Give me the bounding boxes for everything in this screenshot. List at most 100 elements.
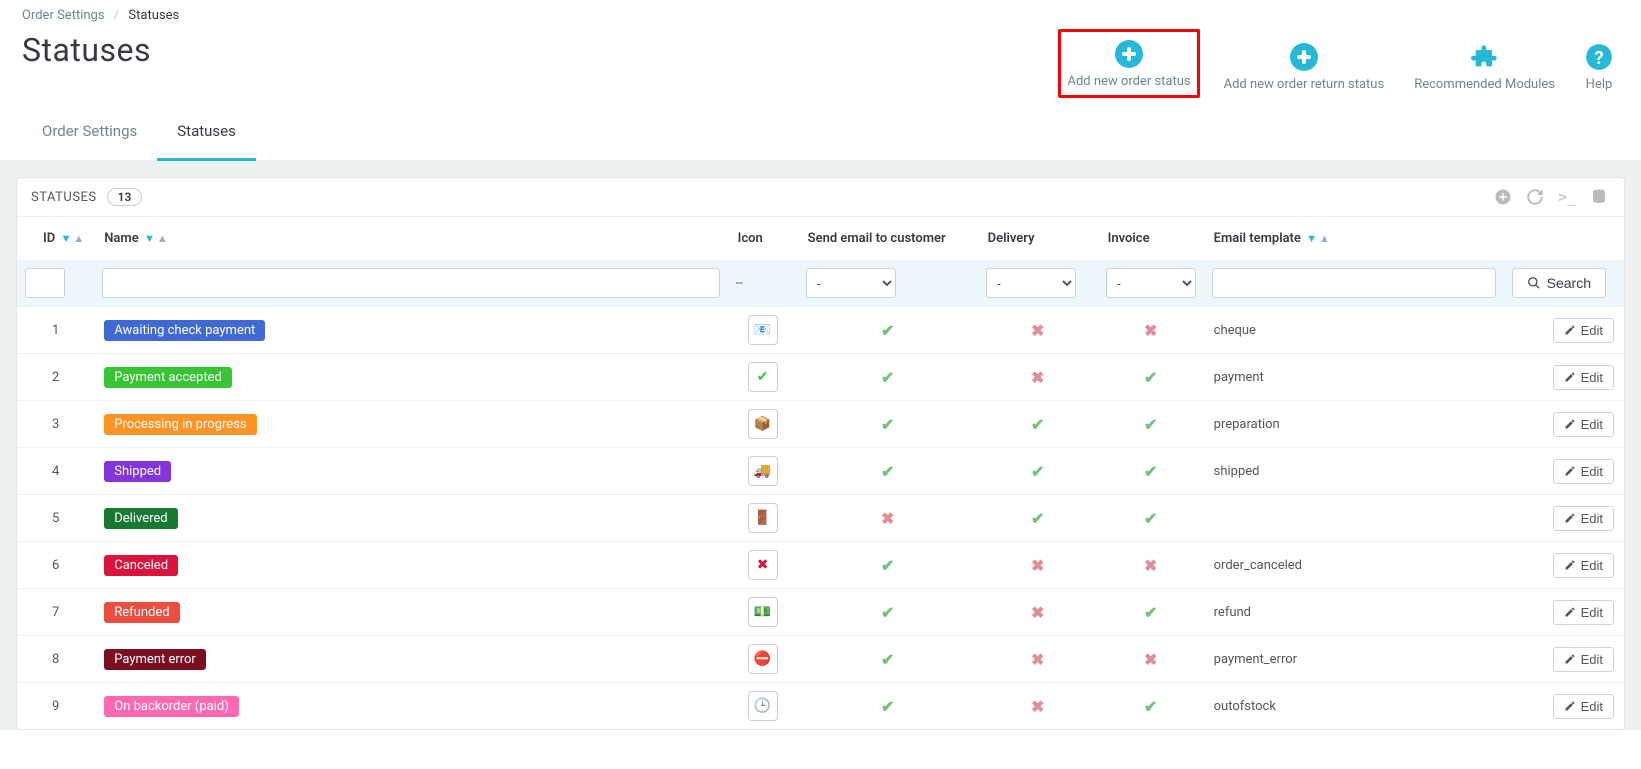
cross-icon[interactable]: ✖ [1031, 321, 1044, 340]
pencil-icon [1564, 700, 1576, 712]
edit-button[interactable]: Edit [1553, 553, 1614, 578]
plus-circle-icon [1290, 43, 1318, 71]
row-template: order_canceled [1204, 542, 1504, 589]
table-row[interactable]: 1 Awaiting check payment 📧 ✔ ✖ ✖ cheque … [17, 307, 1624, 354]
col-invoice: Invoice [1098, 217, 1204, 260]
filter-icon-dash: -- [736, 276, 743, 291]
row-template: outofstock [1204, 683, 1504, 730]
check-icon[interactable]: ✔ [881, 556, 894, 575]
filter-invoice-select[interactable]: - [1106, 268, 1196, 298]
panel-export-icon[interactable] [1588, 186, 1610, 208]
cross-icon[interactable]: ✖ [1031, 556, 1044, 575]
status-chip: Shipped [104, 461, 171, 482]
status-count-badge: 13 [107, 188, 143, 206]
tabs: Order Settings Statuses [0, 104, 1641, 161]
check-icon[interactable]: ✔ [881, 603, 894, 622]
check-icon[interactable]: ✔ [1144, 509, 1157, 528]
panel-refresh-icon[interactable] [1524, 186, 1546, 208]
cross-icon[interactable]: ✖ [1031, 603, 1044, 622]
status-icon-box: 🕒 [748, 691, 778, 721]
page-title: Statuses [22, 25, 151, 69]
edit-button[interactable]: Edit [1553, 365, 1614, 390]
check-icon[interactable]: ✔ [1031, 462, 1044, 481]
check-icon[interactable]: ✔ [1144, 415, 1157, 434]
search-button[interactable]: Search [1512, 268, 1606, 298]
cross-icon[interactable]: ✖ [1031, 650, 1044, 669]
filter-delivery-select[interactable]: - [986, 268, 1076, 298]
status-chip: Payment error [104, 649, 206, 670]
filter-name-input[interactable] [102, 268, 719, 298]
check-icon[interactable]: ✔ [881, 368, 894, 387]
plus-circle-icon [1115, 40, 1143, 68]
panel-add-icon[interactable] [1492, 186, 1514, 208]
row-template: refund [1204, 589, 1504, 636]
recommended-modules-button[interactable]: Recommended Modules [1408, 35, 1561, 98]
check-icon[interactable]: ✔ [1144, 697, 1157, 716]
status-chip: On backorder (paid) [104, 696, 239, 717]
check-icon[interactable]: ✔ [1144, 368, 1157, 387]
table-row[interactable]: 4 Shipped 🚚 ✔ ✔ ✔ shipped Edit [17, 448, 1624, 495]
edit-button[interactable]: Edit [1553, 600, 1614, 625]
breadcrumb-parent[interactable]: Order Settings [22, 8, 105, 23]
table-row[interactable]: 5 Delivered 🚪 ✖ ✔ ✔ Edit [17, 495, 1624, 542]
check-icon[interactable]: ✔ [881, 697, 894, 716]
cross-icon[interactable]: ✖ [1144, 556, 1157, 575]
cross-icon[interactable]: ✖ [1031, 368, 1044, 387]
row-id: 7 [17, 589, 94, 636]
pencil-icon [1564, 324, 1576, 336]
add-order-status-button[interactable]: Add new order status [1058, 29, 1199, 98]
filter-template-input[interactable] [1212, 268, 1496, 298]
check-icon[interactable]: ✔ [1144, 462, 1157, 481]
tab-statuses[interactable]: Statuses [157, 104, 256, 161]
table-row[interactable]: 6 Canceled ✖ ✔ ✖ ✖ order_canceled Edit [17, 542, 1624, 589]
status-icon-box: 🚚 [748, 456, 778, 486]
table-row[interactable]: 8 Payment error ⛔ ✔ ✖ ✖ payment_error Ed… [17, 636, 1624, 683]
cross-icon[interactable]: ✖ [1144, 321, 1157, 340]
cross-icon[interactable]: ✖ [1144, 650, 1157, 669]
col-id[interactable]: ID ▼▲ [17, 217, 94, 260]
panel-title: STATUSES [31, 190, 97, 205]
add-return-status-button[interactable]: Add new order return status [1218, 35, 1391, 98]
pencil-icon [1564, 559, 1576, 571]
col-name[interactable]: Name ▼▲ [94, 217, 727, 260]
edit-button[interactable]: Edit [1553, 318, 1614, 343]
edit-button[interactable]: Edit [1553, 694, 1614, 719]
status-icon-box: 💵 [748, 597, 778, 627]
filter-email-select[interactable]: - [806, 268, 896, 298]
col-email: Send email to customer [798, 217, 978, 260]
check-icon[interactable]: ✔ [1031, 415, 1044, 434]
puzzle-icon [1471, 43, 1499, 71]
edit-button[interactable]: Edit [1553, 647, 1614, 672]
edit-button[interactable]: Edit [1553, 506, 1614, 531]
check-icon[interactable]: ✔ [881, 321, 894, 340]
cross-icon[interactable]: ✖ [1031, 697, 1044, 716]
check-icon[interactable]: ✔ [1031, 509, 1044, 528]
row-template: shipped [1204, 448, 1504, 495]
row-id: 4 [17, 448, 94, 495]
edit-button[interactable]: Edit [1553, 412, 1614, 437]
cross-icon[interactable]: ✖ [881, 509, 894, 528]
check-icon[interactable]: ✔ [1144, 603, 1157, 622]
panel-sql-icon[interactable]: >_ [1556, 186, 1578, 208]
filter-id-input[interactable] [25, 268, 65, 298]
table-row[interactable]: 9 On backorder (paid) 🕒 ✔ ✖ ✔ outofstock… [17, 683, 1624, 730]
row-id: 8 [17, 636, 94, 683]
row-id: 1 [17, 307, 94, 354]
row-template: payment [1204, 354, 1504, 401]
pencil-icon [1564, 606, 1576, 618]
table-row[interactable]: 3 Processing in progress 📦 ✔ ✔ ✔ prepara… [17, 401, 1624, 448]
status-chip: Processing in progress [104, 414, 256, 435]
tab-order-settings[interactable]: Order Settings [22, 104, 157, 160]
col-template[interactable]: Email template ▼▲ [1204, 217, 1504, 260]
edit-button[interactable]: Edit [1553, 459, 1614, 484]
table-row[interactable]: 7 Refunded 💵 ✔ ✖ ✔ refund Edit [17, 589, 1624, 636]
check-icon[interactable]: ✔ [881, 462, 894, 481]
breadcrumb: Order Settings / Statuses [22, 0, 1619, 23]
check-icon[interactable]: ✔ [881, 415, 894, 434]
row-template: cheque [1204, 307, 1504, 354]
help-button[interactable]: ? Help [1579, 35, 1619, 98]
status-icon-box: 🚪 [748, 503, 778, 533]
check-icon[interactable]: ✔ [881, 650, 894, 669]
table-row[interactable]: 2 Payment accepted ✔ ✔ ✖ ✔ payment Edit [17, 354, 1624, 401]
col-delivery: Delivery [978, 217, 1098, 260]
